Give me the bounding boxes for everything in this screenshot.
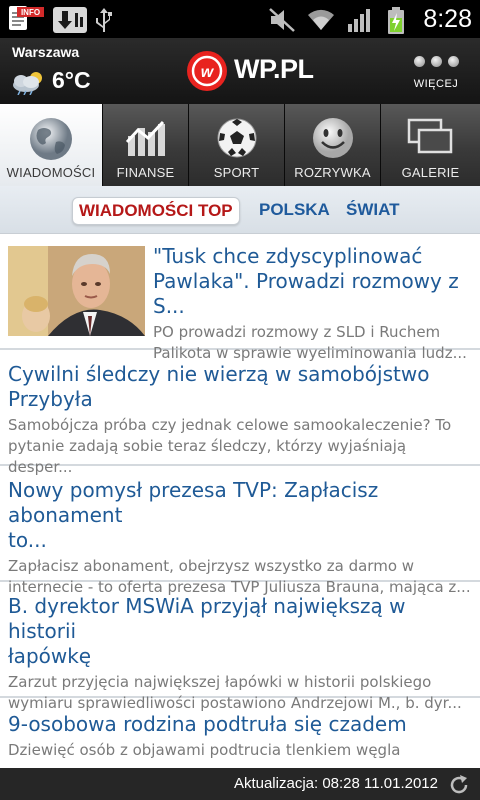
list-item[interactable]: Cywilni śledczy nie wierzą w samobójstwo… xyxy=(0,350,480,476)
list-item[interactable]: "Tusk chce zdyscyplinować Pawlaka". Prow… xyxy=(0,234,480,362)
sub-navigation: WIADOMOŚCI TOP POLSKA ŚWIAT xyxy=(0,186,480,234)
article-thumbnail xyxy=(8,246,145,336)
tab-rozrywka[interactable]: ROZRYWKA xyxy=(285,104,381,186)
usb-icon xyxy=(94,6,114,38)
list-item[interactable]: Nowy pomysł prezesa TVP: Zapłacisz abona… xyxy=(0,466,480,596)
tab-label: ROZRYWKA xyxy=(294,165,371,180)
tab-finanse[interactable]: FINANSE xyxy=(103,104,189,186)
chart-icon xyxy=(124,116,168,164)
update-timestamp: Aktualizacja: 08:28 11.01.2012 xyxy=(233,775,438,792)
article-title: 9-osobowa rodzina podtruła się czadem xyxy=(8,712,407,736)
download-icon xyxy=(52,6,88,38)
news-app-icon: INFO xyxy=(6,4,46,38)
tab-wiadomosci[interactable]: WIADOMOŚCI xyxy=(0,104,103,186)
wp-logo[interactable]: w WP.PL xyxy=(180,48,314,94)
article-title: Nowy pomysł prezesa TVP: Zapłacisz abona… xyxy=(8,478,379,552)
status-bar: INFO 8:28 xyxy=(0,0,480,38)
battery-icon xyxy=(386,6,406,40)
gallery-icon xyxy=(407,116,455,160)
svg-text:w: w xyxy=(201,64,215,81)
article-title: B. dyrektor MSWiA przyjął największą w h… xyxy=(8,594,406,668)
weather-city: Warszawa xyxy=(12,44,80,60)
globe-icon xyxy=(28,116,74,166)
clock: 8:28 xyxy=(423,5,472,33)
subtab-swiat[interactable]: ŚWIAT xyxy=(346,197,400,225)
weather-temperature: 6°C xyxy=(52,67,91,93)
tab-galerie[interactable]: GALERIE xyxy=(381,104,480,186)
tab-sport[interactable]: SPORT xyxy=(189,104,285,186)
smiley-icon xyxy=(311,116,355,164)
tab-label: FINANSE xyxy=(116,165,175,180)
tab-label: SPORT xyxy=(213,165,260,180)
more-button[interactable]: WIĘCEJ xyxy=(408,56,464,96)
list-item[interactable]: B. dyrektor MSWiA przyjął największą w h… xyxy=(0,582,480,712)
cloud-sun-icon xyxy=(10,69,48,99)
subtab-polska[interactable]: POLSKA xyxy=(259,197,330,225)
tab-label: WIADOMOŚCI xyxy=(6,165,96,180)
list-item[interactable]: 9-osobowa rodzina podtruła się czadem Dz… xyxy=(0,698,480,770)
category-tabs: WIADOMOŚCI FINANSE SPORT ROZRYWKA GALERI… xyxy=(0,104,480,186)
info-badge: INFO xyxy=(21,8,40,17)
tab-label: GALERIE xyxy=(401,165,460,180)
logo-text: WP.PL xyxy=(234,54,314,84)
more-dots-icon xyxy=(408,56,464,67)
article-title: "Tusk chce zdyscyplinować Pawlaka". Prow… xyxy=(153,244,459,318)
refresh-icon[interactable] xyxy=(448,774,470,800)
article-title: Cywilni śledczy nie wierzą w samobójstwo… xyxy=(8,362,430,411)
mute-icon xyxy=(267,6,297,38)
app-header: Warszawa 6°C w WP.PL WIĘCEJ xyxy=(0,38,480,104)
update-footer: Aktualizacja: 08:28 11.01.2012 xyxy=(0,768,480,800)
subtab-wiadomosci-top[interactable]: WIADOMOŚCI TOP xyxy=(72,197,240,225)
wifi-icon xyxy=(306,6,336,38)
signal-icon xyxy=(346,6,374,38)
article-list: "Tusk chce zdyscyplinować Pawlaka". Prow… xyxy=(0,234,480,770)
article-summary: Dziewięć osób z objawami podtrucia tlenk… xyxy=(8,741,401,759)
soccer-ball-icon xyxy=(215,116,259,164)
more-label: WIĘCEJ xyxy=(413,78,459,90)
